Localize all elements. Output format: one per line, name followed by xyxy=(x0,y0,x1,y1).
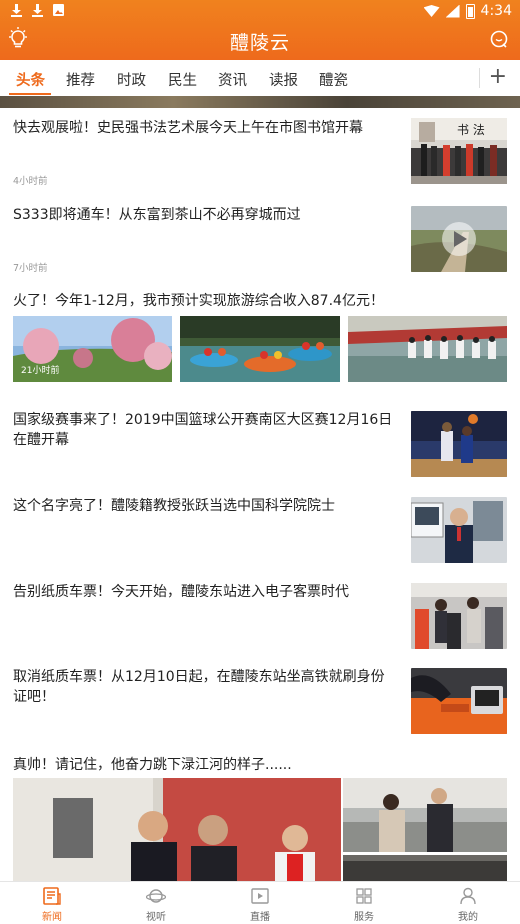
status-bar: 4:34 xyxy=(0,0,520,24)
tab-livelihood[interactable]: 民生 xyxy=(168,69,197,90)
nav-mine[interactable]: 我的 xyxy=(438,886,498,923)
nav-label: 我的 xyxy=(458,912,478,923)
battery-icon xyxy=(465,3,475,19)
news-time: 7小时前 xyxy=(13,263,48,274)
add-channel-button[interactable]: + xyxy=(489,65,507,89)
top-bar: 4:34 醴陵云 xyxy=(0,0,520,60)
news-thumbnail: 书 法 xyxy=(411,118,507,184)
news-title: 快去观展啦！史民强书法艺术展今天上午在市图书馆开幕 xyxy=(13,120,363,136)
download-icon xyxy=(10,4,23,18)
notification-icons xyxy=(10,4,65,18)
news-time: 4小时前 xyxy=(13,176,48,187)
wifi-icon xyxy=(423,5,440,17)
news-thumbnail xyxy=(411,497,507,563)
grid-icon xyxy=(354,886,374,906)
nav-label: 视听 xyxy=(146,912,166,923)
chat-icon[interactable] xyxy=(490,30,508,48)
news-title: 真帅！请记住，他奋力跳下渌江河的样子...... xyxy=(13,757,292,773)
bottom-navigation: 新闻 视听 直播 服务 我的 xyxy=(0,881,520,924)
active-tab-indicator xyxy=(9,93,51,95)
nav-label: 服务 xyxy=(354,912,374,923)
tab-politics[interactable]: 时政 xyxy=(117,69,146,90)
nav-label: 直播 xyxy=(250,912,270,923)
nav-news[interactable]: 新闻 xyxy=(22,886,82,923)
banner-strip xyxy=(0,96,520,108)
news-icon xyxy=(42,886,62,906)
tab-porcelain[interactable]: 醴瓷 xyxy=(319,69,348,90)
tabs-divider xyxy=(479,68,480,88)
svg-text:书 法: 书 法 xyxy=(457,123,485,137)
planet-icon xyxy=(145,886,167,906)
news-title: S333即将通车！从东富到茶山不必再穿城而过 xyxy=(13,207,301,223)
news-title: 告别纸质车票！今天开始，醴陵东站进入电子客票时代 xyxy=(13,584,349,600)
news-image xyxy=(180,316,340,382)
news-title: 火了！今年1-12月，我市预计实现旅游综合收入87.4亿元！ xyxy=(13,293,384,309)
news-title: 这个名字亮了！醴陵籍教授张跃当选中国科学院院士 xyxy=(13,498,335,514)
signal-icon xyxy=(445,4,460,18)
app-title: 醴陵云 xyxy=(229,32,290,54)
image-tag: 21小时前 xyxy=(21,366,60,376)
news-thumbnail xyxy=(411,411,507,477)
download-icon xyxy=(31,4,44,18)
live-icon xyxy=(250,886,270,906)
person-icon xyxy=(458,886,478,906)
news-thumbnail xyxy=(411,668,507,734)
video-thumbnail xyxy=(411,206,507,272)
tab-newspaper[interactable]: 读报 xyxy=(269,69,298,90)
news-title: 国家级赛事来了！2019中国篮球公开赛南区大区赛12月16日在醴开幕 xyxy=(13,412,393,448)
channel-tabs: 头条 推荐 时政 民生 资讯 读报 醴瓷 + xyxy=(0,60,520,96)
news-image xyxy=(343,778,507,852)
news-image xyxy=(348,316,507,382)
image-icon xyxy=(52,4,65,18)
tab-news[interactable]: 资讯 xyxy=(218,69,247,90)
app-header: 醴陵云 xyxy=(0,24,520,60)
status-time: 4:34 xyxy=(480,3,512,19)
news-image xyxy=(13,778,341,881)
news-thumbnail xyxy=(411,583,507,649)
nav-service[interactable]: 服务 xyxy=(334,886,394,923)
nav-live[interactable]: 直播 xyxy=(230,886,290,923)
news-title: 取消纸质车票！从12月10日起，在醴陵东站坐高铁就刷身份证吧！ xyxy=(13,669,385,705)
news-image xyxy=(343,855,507,881)
nav-label: 新闻 xyxy=(42,912,62,923)
tab-recommend[interactable]: 推荐 xyxy=(66,69,95,90)
tab-headline[interactable]: 头条 xyxy=(16,69,45,90)
news-image: 21小时前 xyxy=(13,316,172,382)
nav-video[interactable]: 视听 xyxy=(126,886,186,923)
